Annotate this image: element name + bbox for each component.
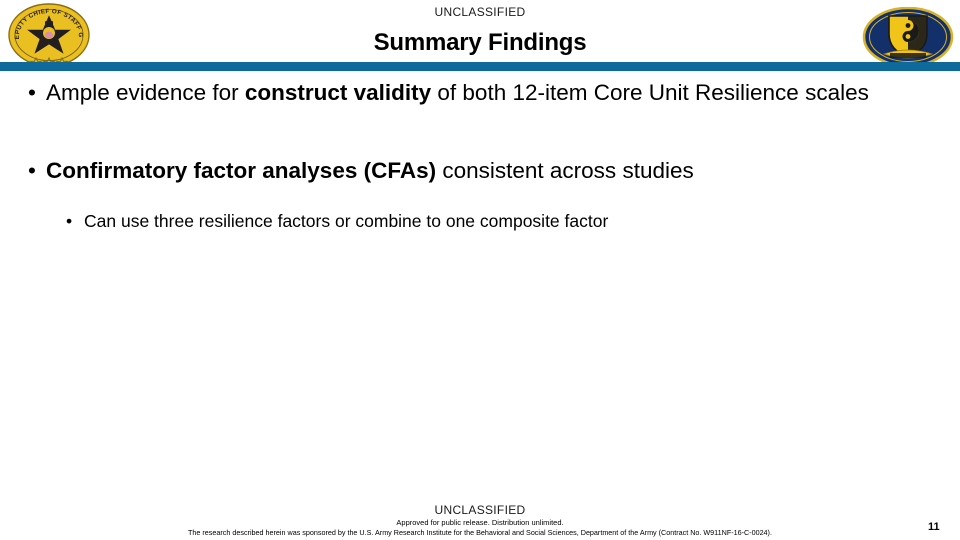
bullet-marker-icon: • bbox=[28, 80, 36, 105]
funding-disclaimer: The research described herein was sponso… bbox=[188, 528, 772, 537]
slide-content: • Ample evidence for construct validity … bbox=[0, 72, 960, 233]
header-accent-bar bbox=[0, 62, 960, 71]
bullet-text: Ample evidence for construct validity of… bbox=[46, 80, 869, 105]
classification-banner-top: UNCLASSIFIED bbox=[434, 5, 526, 19]
bullet-marker-icon: • bbox=[66, 211, 73, 231]
bullet-item-level2: • Can use three resilience factors or co… bbox=[0, 209, 960, 233]
classification-banner-bottom: UNCLASSIFIED bbox=[434, 503, 526, 517]
bullet-text: Confirmatory factor analyses (CFAs) cons… bbox=[46, 158, 694, 183]
release-statement: Approved for public release. Distributio… bbox=[396, 518, 564, 527]
bullet-item-level1: • Ample evidence for construct validity … bbox=[0, 77, 960, 108]
bullet-marker-icon: • bbox=[28, 158, 36, 183]
bullet-item-level1: • Confirmatory factor analyses (CFAs) co… bbox=[0, 155, 960, 186]
slide-canvas: DEPUTY CHIEF OF STAFF G-1 bbox=[0, 0, 960, 540]
page-number: 11 bbox=[928, 521, 940, 533]
page-title: Summary Findings bbox=[373, 29, 587, 56]
bullet-text: Can use three resilience factors or comb… bbox=[84, 211, 609, 231]
